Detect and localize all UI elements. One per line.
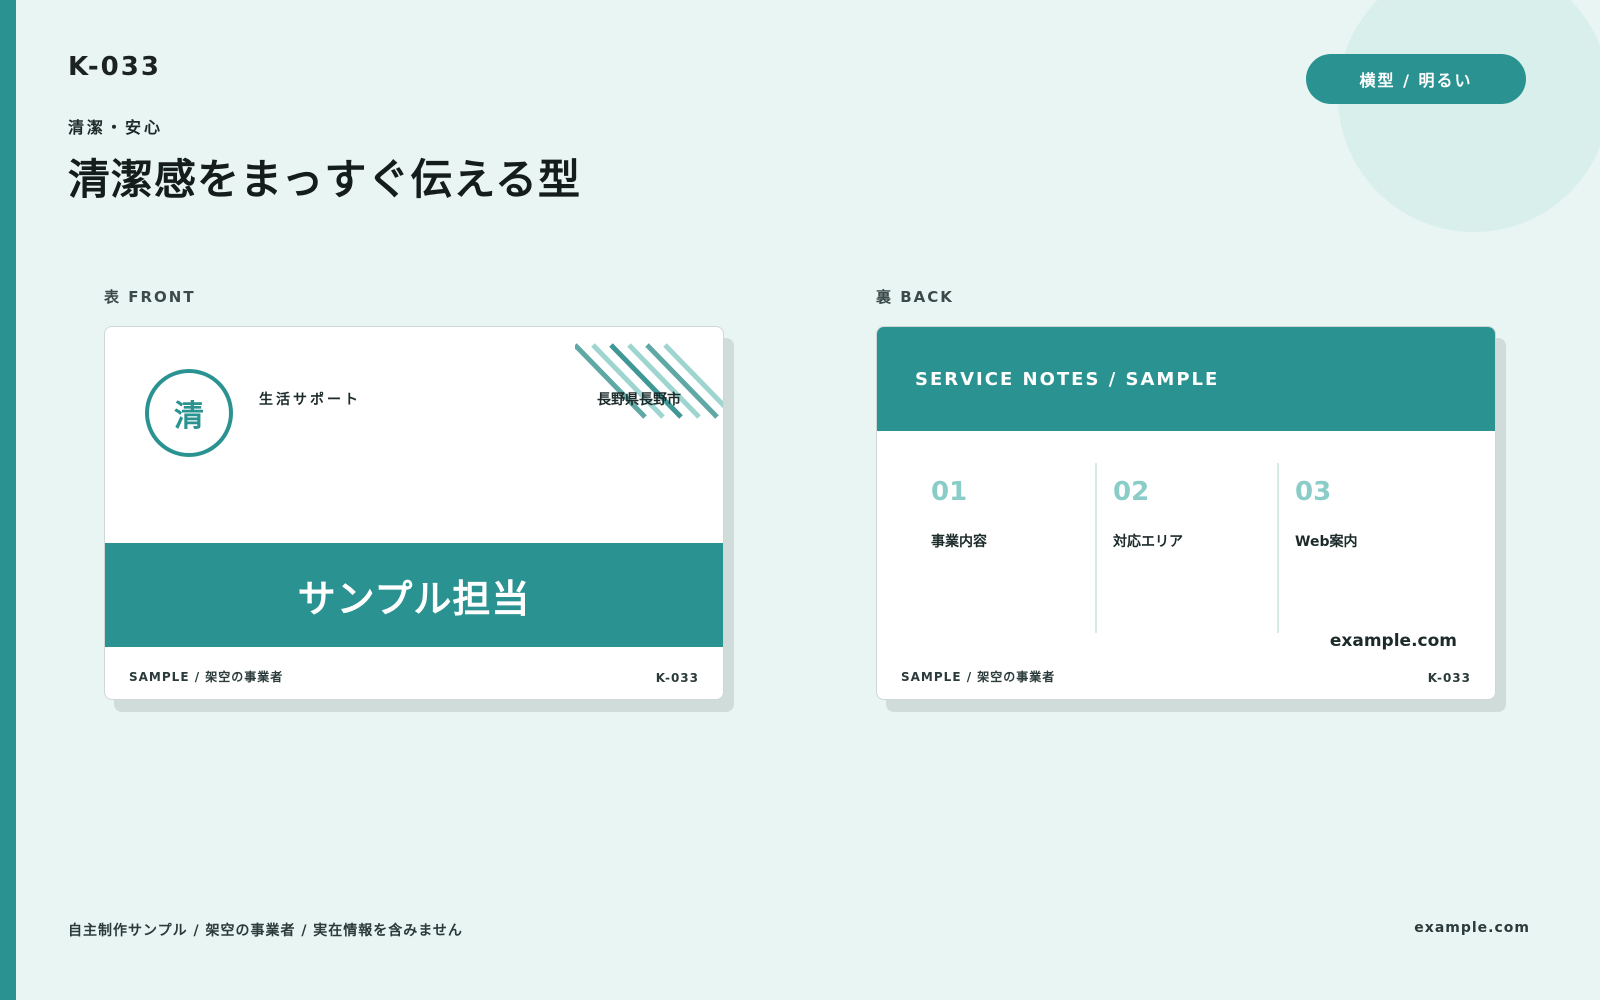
back-url[interactable]: example.com <box>1330 631 1457 651</box>
template-kicker: 清潔・安心 <box>68 118 164 137</box>
info-column: 02 対応エリア <box>1099 463 1279 633</box>
column-number: 03 <box>1295 477 1332 507</box>
left-accent-bar <box>0 0 16 1000</box>
template-code: K-033 <box>68 52 161 82</box>
service-type: 生活サポート <box>259 392 361 408</box>
column-label: 対応エリア <box>1113 534 1183 550</box>
location: 長野県長野市 <box>597 392 681 408</box>
page-disclaimer: 自主制作サンプル / 架空の事業者 / 実在情報を含みません <box>68 923 463 939</box>
back-header: SERVICE NOTES / SAMPLE <box>877 327 1495 431</box>
column-label: 事業内容 <box>931 534 987 550</box>
name-band: サンプル担当 <box>105 543 723 647</box>
mode-badge[interactable]: 横型 / 明るい <box>1306 54 1526 104</box>
logo-char: 清 <box>174 399 204 434</box>
column-divider <box>1277 463 1279 633</box>
front-card[interactable]: 清 生活サポート 長野県長野市 サンプル担当 SAMPLE / 架空の事業者 K… <box>104 326 724 700</box>
front-footer-right: K-033 <box>655 671 699 685</box>
column-label: Web案内 <box>1295 534 1358 550</box>
page-url[interactable]: example.com <box>1414 920 1530 936</box>
decorative-circle <box>1338 0 1600 232</box>
back-card[interactable]: SERVICE NOTES / SAMPLE 01 事業内容 02 対応エリア … <box>876 326 1496 700</box>
column-number: 02 <box>1113 477 1150 507</box>
back-footer-left: SAMPLE / 架空の事業者 <box>901 670 1056 684</box>
info-column: 01 事業内容 <box>917 463 1097 633</box>
logo-mark: 清 <box>145 369 233 457</box>
template-headline: 清潔感をまっすぐ伝える型 <box>68 155 582 204</box>
back-side-label: 裏 BACK <box>876 288 954 306</box>
front-footer-left: SAMPLE / 架空の事業者 <box>129 670 284 684</box>
back-footer-right: K-033 <box>1427 671 1471 685</box>
person-name: サンプル担当 <box>297 576 531 621</box>
front-side-label: 表 FRONT <box>104 288 196 306</box>
stripes-decoration <box>575 343 723 419</box>
info-column: 03 Web案内 <box>1281 463 1461 633</box>
column-divider <box>1095 463 1097 633</box>
column-number: 01 <box>931 477 968 507</box>
back-header-title: SERVICE NOTES / SAMPLE <box>915 368 1220 390</box>
